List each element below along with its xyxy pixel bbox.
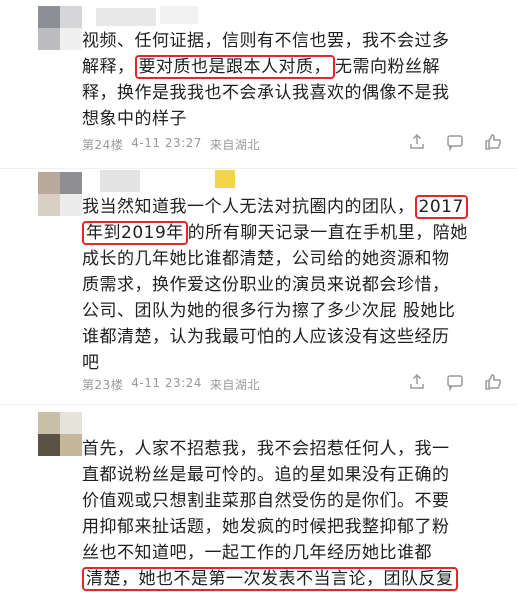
comment-line: 想象中的样子: [82, 109, 187, 129]
comment-post-22: 首先，人家不招惹我，我不会招惹任何人，我一 直都说粉丝是最可怜的。追的星如果没有…: [0, 406, 517, 591]
comment-icon[interactable]: [445, 132, 465, 152]
timestamp: 4-11 23:27: [131, 136, 202, 150]
comment-icon[interactable]: [445, 372, 465, 392]
comment-line: 年到2019年 的所有聊天记录一直在手机里，陪她: [82, 220, 502, 246]
comment-actions: [407, 132, 503, 152]
share-icon[interactable]: [407, 132, 427, 152]
comment-line: 释，换作是我我也不会承认我喜欢的偶像不是我: [82, 83, 450, 103]
comment-line: 价值观或只想割韭菜那自然受伤的是你们。不要: [82, 491, 450, 511]
comment-line: 用抑郁来扯话题，她发疯的时候把我整抑郁了粉: [82, 517, 450, 537]
comment-line: 公司、团队为她的很多行为擦了多少次屁 股她比: [82, 301, 456, 321]
floor-number: 第23楼: [82, 378, 124, 392]
comment-post-23: 我当然知道我一个人无法对抗圈内的团队， 2017 年到2019年 的所有聊天记录一直…: [0, 170, 517, 405]
username-blur: [215, 170, 235, 188]
avatar[interactable]: [38, 6, 82, 50]
text-span: 无需向粉丝解: [335, 57, 440, 77]
username-blur: [96, 8, 156, 26]
comment-line: 丝也不知道吧，一起工作的几年经历她比谁都: [82, 543, 432, 563]
divider: [0, 404, 517, 405]
highlight-box: 2017: [414, 195, 468, 219]
share-icon[interactable]: [407, 372, 427, 392]
comment-post-24: 视频、任何证据，信则有不信也罢，我不会过多 解释， 要对质也是跟本人对质， 无需向粉…: [0, 0, 517, 170]
location: 来自湖北: [209, 378, 260, 392]
like-icon[interactable]: [483, 132, 503, 152]
username-blur: [100, 170, 140, 192]
avatar[interactable]: [38, 172, 82, 216]
highlight-box: 清楚，她也不是第一次发表不当言论，团队反复: [82, 567, 458, 591]
text-span: 的所有聊天记录一直在手机里，陪她: [187, 223, 468, 243]
comment-line: 直都说粉丝是最可怜的。追的星如果没有正确的: [82, 465, 450, 485]
comment-line: 首先，人家不招惹我，我不会招惹任何人，我一: [82, 439, 450, 459]
comment-line: 质需求，换作爱这份职业的演员来说都会珍惜，: [82, 275, 450, 295]
timestamp: 4-11 23:24: [131, 376, 202, 390]
comment-text: 我当然知道我一个人无法对抗圈内的团队， 2017 年到2019年 的所有聊天记录一直…: [82, 194, 502, 376]
like-icon[interactable]: [483, 372, 503, 392]
highlight-box: 年到2019年: [82, 221, 188, 245]
comment-text: 视频、任何证据，信则有不信也罢，我不会过多 解释， 要对质也是跟本人对质， 无需向粉…: [82, 28, 502, 132]
comment-text: 首先，人家不招惹我，我不会招惹任何人，我一 直都说粉丝是最可怜的。追的星如果没有…: [82, 436, 502, 592]
location: 来自湖北: [209, 138, 260, 152]
username-blur: [160, 6, 198, 24]
comment-line: 解释， 要对质也是跟本人对质， 无需向粉丝解: [82, 54, 502, 80]
comment-line: 清楚，她也不是第一次发表不当言论，团队反复: [82, 566, 502, 592]
comment-actions: [407, 372, 503, 392]
avatar[interactable]: [38, 412, 82, 456]
comment-line: 谁都清楚，认为我最可怕的人应该没有这些经历: [82, 327, 450, 347]
comment-meta: 第24楼 4-11 23:27 来自湖北: [82, 136, 260, 153]
comment-line: 我当然知道我一个人无法对抗圈内的团队， 2017: [82, 194, 502, 220]
floor-number: 第24楼: [82, 138, 124, 152]
highlight-box: 要对质也是跟本人对质，: [134, 55, 335, 79]
divider: [0, 168, 517, 169]
text-span: 解释，: [82, 57, 135, 77]
comment-line: 视频、任何证据，信则有不信也罢，我不会过多: [82, 31, 450, 51]
comment-line: 成长的几年她比谁都清楚，公司给的她资源和物: [82, 249, 450, 269]
comment-meta: 第23楼 4-11 23:24 来自湖北: [82, 376, 260, 393]
text-span: 我当然知道我一个人无法对抗圈内的团队，: [82, 197, 415, 217]
